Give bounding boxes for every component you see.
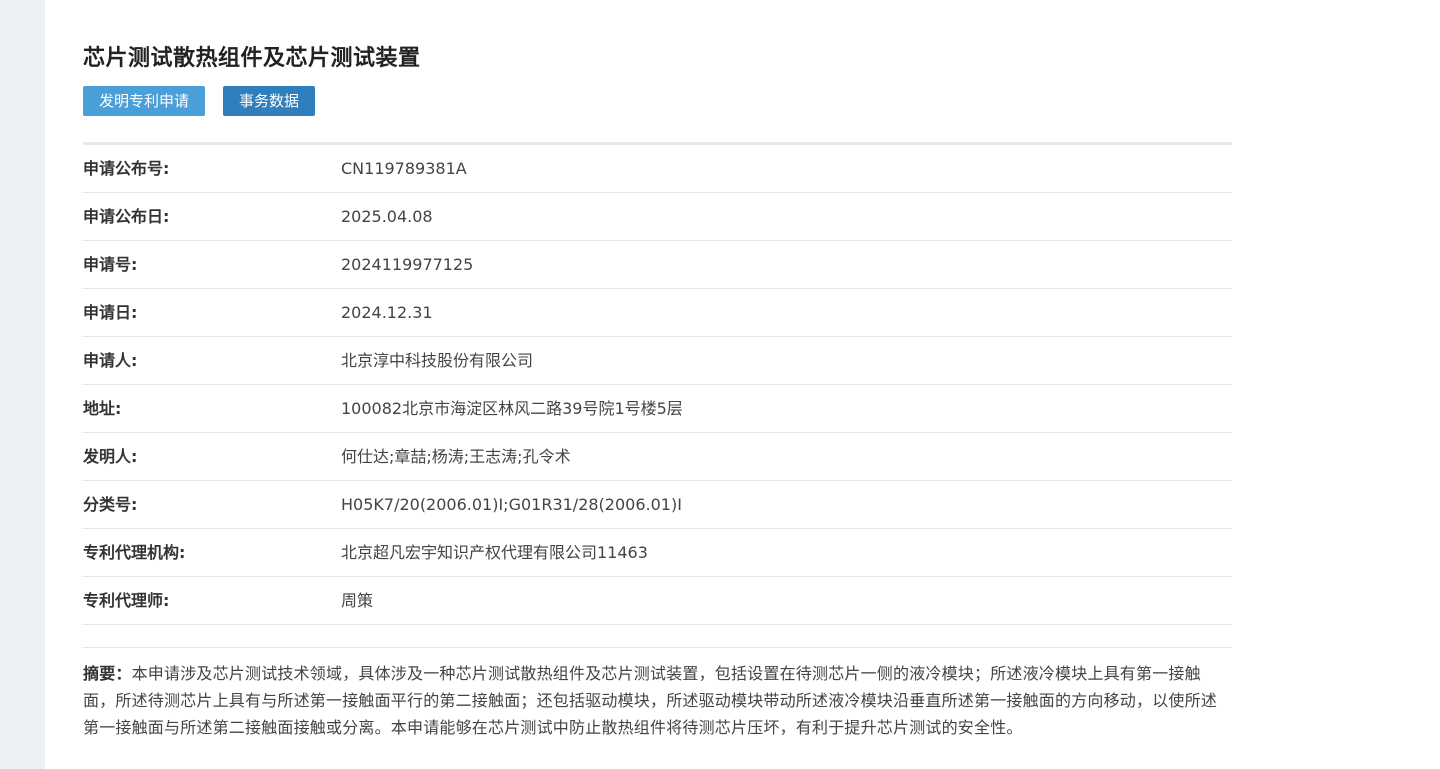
field-label: 专利代理师:	[83, 591, 170, 610]
tab-transaction-data[interactable]: 事务数据	[223, 86, 316, 116]
field-label: 申请公布号:	[83, 159, 170, 178]
tab-invention-application[interactable]: 发明专利申请	[83, 86, 206, 116]
row-publication-number: 申请公布号: CN119789381A	[83, 145, 1232, 193]
left-gutter	[0, 0, 45, 769]
field-label: 地址:	[83, 399, 122, 418]
row-address: 地址: 100082北京市海淀区林风二路39号院1号楼5层	[83, 385, 1232, 433]
field-label: 专利代理机构:	[83, 543, 186, 562]
field-label: 分类号:	[83, 495, 138, 514]
row-patent-agent: 专利代理师: 周策	[83, 577, 1232, 625]
row-classification: 分类号: H05K7/20(2006.01)I;G01R31/28(2006.0…	[83, 481, 1232, 529]
field-value: H05K7/20(2006.01)I;G01R31/28(2006.01)I	[341, 495, 682, 514]
abstract-section: 摘要：本申请涉及芯片测试技术领域，具体涉及一种芯片测试散热组件及芯片测试装置，包…	[83, 660, 1232, 741]
tab-bar: 发明专利申请 事务数据	[83, 86, 316, 116]
field-value: 2024119977125	[341, 255, 474, 274]
field-value: CN119789381A	[341, 159, 467, 178]
field-label: 申请日:	[83, 303, 138, 322]
field-label: 申请人:	[83, 351, 138, 370]
field-value: 北京超凡宏宇知识产权代理有限公司11463	[341, 543, 648, 562]
patent-info-table: 申请公布号: CN119789381A 申请公布日: 2025.04.08 申请…	[83, 142, 1232, 625]
abstract-label: 摘要：	[83, 664, 132, 683]
field-value: 北京淳中科技股份有限公司	[341, 351, 534, 370]
field-value: 何仕达;章喆;杨涛;王志涛;孔令术	[341, 447, 571, 466]
page-title: 芯片测试散热组件及芯片测试装置	[83, 46, 421, 71]
abstract-divider	[83, 647, 1232, 648]
row-application-date: 申请日: 2024.12.31	[83, 289, 1232, 337]
row-inventors: 发明人: 何仕达;章喆;杨涛;王志涛;孔令术	[83, 433, 1232, 481]
field-label: 申请号:	[83, 255, 138, 274]
field-value: 100082北京市海淀区林风二路39号院1号楼5层	[341, 399, 683, 418]
field-value: 2025.04.08	[341, 207, 433, 226]
row-applicant: 申请人: 北京淳中科技股份有限公司	[83, 337, 1232, 385]
row-application-number: 申请号: 2024119977125	[83, 241, 1232, 289]
field-label: 发明人:	[83, 447, 138, 466]
row-publication-date: 申请公布日: 2025.04.08	[83, 193, 1232, 241]
field-label: 申请公布日:	[83, 207, 170, 226]
abstract-text: 本申请涉及芯片测试技术领域，具体涉及一种芯片测试散热组件及芯片测试装置，包括设置…	[83, 664, 1218, 737]
field-value: 周策	[341, 591, 374, 610]
row-patent-agency: 专利代理机构: 北京超凡宏宇知识产权代理有限公司11463	[83, 529, 1232, 577]
field-value: 2024.12.31	[341, 303, 433, 322]
